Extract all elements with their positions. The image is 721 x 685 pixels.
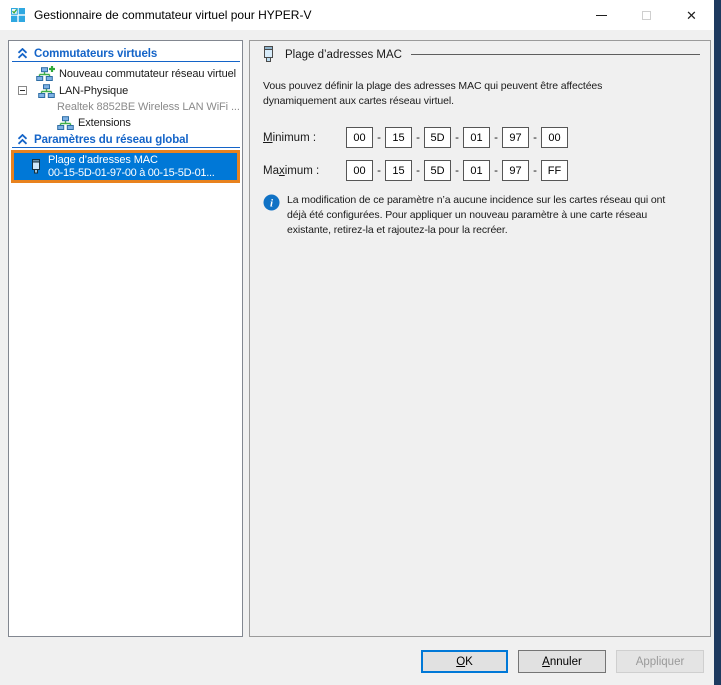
apply-button-label: Appliquer [636,656,685,668]
mac-maximum-row: Maximum : - - - - - [263,160,568,181]
hyperv-app-icon [10,7,26,23]
ok-rest: K [465,656,473,668]
collapse-chevron-icon [17,134,28,145]
main-panel: Plage d’adresses MAC Vous pouvez définir… [249,40,711,637]
minimum-label-mnemonic: M [263,132,273,144]
section-divider [12,61,240,62]
section-rule [411,54,700,55]
mac-maximum-octet-4[interactable] [463,160,490,181]
mac-separator: - [373,165,385,177]
minus-glyph [20,90,25,91]
tree-item-label: Nouveau commutateur réseau virtuel [59,68,236,80]
nic-card-icon [262,46,275,63]
window-title: Gestionnaire de commutateur virtuel pour… [34,8,311,22]
mac-minimum-row: Minimum : - - - - - [263,127,568,148]
window-controls: ✕ [579,0,714,30]
mac-separator: - [373,132,385,144]
sidebar-header-label: Commutateurs virtuels [34,48,157,60]
mac-separator: - [490,165,502,177]
section-description: Vous pouvez définir la plage des adresse… [263,79,715,109]
mac-minimum-octet-2[interactable] [385,127,412,148]
switch-icon [38,84,55,98]
collapse-chevron-icon [17,48,28,59]
sidebar-item-extensions[interactable]: Extensions [57,114,131,131]
minimize-icon [596,15,607,16]
cancel-button-label: Annuler [542,656,582,668]
tree-item-sublabel: Realtek 8852BE Wireless LAN WiFi ... [57,101,240,113]
sidebar-header-virtual-switches[interactable]: Commutateurs virtuels [9,46,242,61]
maximize-button[interactable] [624,0,669,30]
mac-minimum-octet-6[interactable] [541,127,568,148]
mac-separator: - [412,132,424,144]
switch-icon [57,116,74,130]
sidebar-item-new-virtual-switch[interactable]: Nouveau commutateur réseau virtuel [36,65,236,82]
info-note: i La modification de ce paramètre n’a au… [263,193,711,238]
cancel-rest: nnuler [550,656,582,668]
nic-card-icon [30,159,42,174]
mac-maximum-octet-3[interactable] [424,160,451,181]
ok-button[interactable]: OK [421,650,508,673]
new-switch-icon [36,66,55,81]
section-title: Plage d’adresses MAC [285,49,402,61]
close-button[interactable]: ✕ [669,0,714,30]
mac-separator: - [451,165,463,177]
apply-button-disabled[interactable]: Appliquer [616,650,704,673]
tree-item-value: 00-15-5D-01-97-00 à 00-15-5D-01... [48,167,215,180]
sidebar-item-mac-address-range-selected[interactable]: Plage d’adresses MAC 00-15-5D-01-97-00 à… [11,150,240,183]
info-text: La modification de ce paramètre n’a aucu… [287,193,711,238]
mac-separator: - [529,132,541,144]
collapse-toggle-icon[interactable] [18,86,27,95]
minimize-button[interactable] [579,0,624,30]
info-icon: i [263,194,280,211]
mac-separator: - [529,165,541,177]
minimum-label-rest: inimum : [273,132,316,144]
maximum-label: Maximum : [263,165,346,177]
cancel-mnemonic: A [542,656,550,668]
section-divider [12,147,240,148]
mac-separator: - [490,132,502,144]
background-edge-strip [714,0,721,685]
mac-separator: - [451,132,463,144]
maximum-label-pre: Ma [263,165,279,177]
tree-item-label: Extensions [78,117,131,129]
mac-minimum-octet-4[interactable] [463,127,490,148]
section-header: Plage d’adresses MAC [262,46,700,63]
sidebar-tree: Commutateurs virtuels Nouveau commutateu… [8,40,243,637]
mac-minimum-octet-5[interactable] [502,127,529,148]
cancel-button[interactable]: Annuler [518,650,606,673]
close-icon: ✕ [686,9,697,22]
mac-maximum-octet-1[interactable] [346,160,373,181]
mac-minimum-octet-3[interactable] [424,127,451,148]
ok-mnemonic: O [456,656,465,668]
maximum-label-rest: imum : [285,165,320,177]
mac-separator: - [412,165,424,177]
minimum-label: Minimum : [263,132,346,144]
mac-minimum-octet-1[interactable] [346,127,373,148]
tree-item-label: LAN-Physique [59,85,128,97]
mac-maximum-octet-6[interactable] [541,160,568,181]
sidebar-item-lan-physique[interactable]: LAN-Physique [18,82,128,99]
sidebar-item-lan-adapter: Realtek 8852BE Wireless LAN WiFi ... [57,99,240,114]
titlebar: Gestionnaire de commutateur virtuel pour… [0,0,714,30]
maximize-icon [642,11,651,20]
mac-maximum-octet-2[interactable] [385,160,412,181]
sidebar-header-global-network-settings[interactable]: Paramètres du réseau global [9,132,242,147]
tree-item-label: Plage d’adresses MAC [48,154,215,167]
mac-maximum-octet-5[interactable] [502,160,529,181]
ok-button-label: OK [456,656,473,668]
sidebar-header-label: Paramètres du réseau global [34,134,189,146]
